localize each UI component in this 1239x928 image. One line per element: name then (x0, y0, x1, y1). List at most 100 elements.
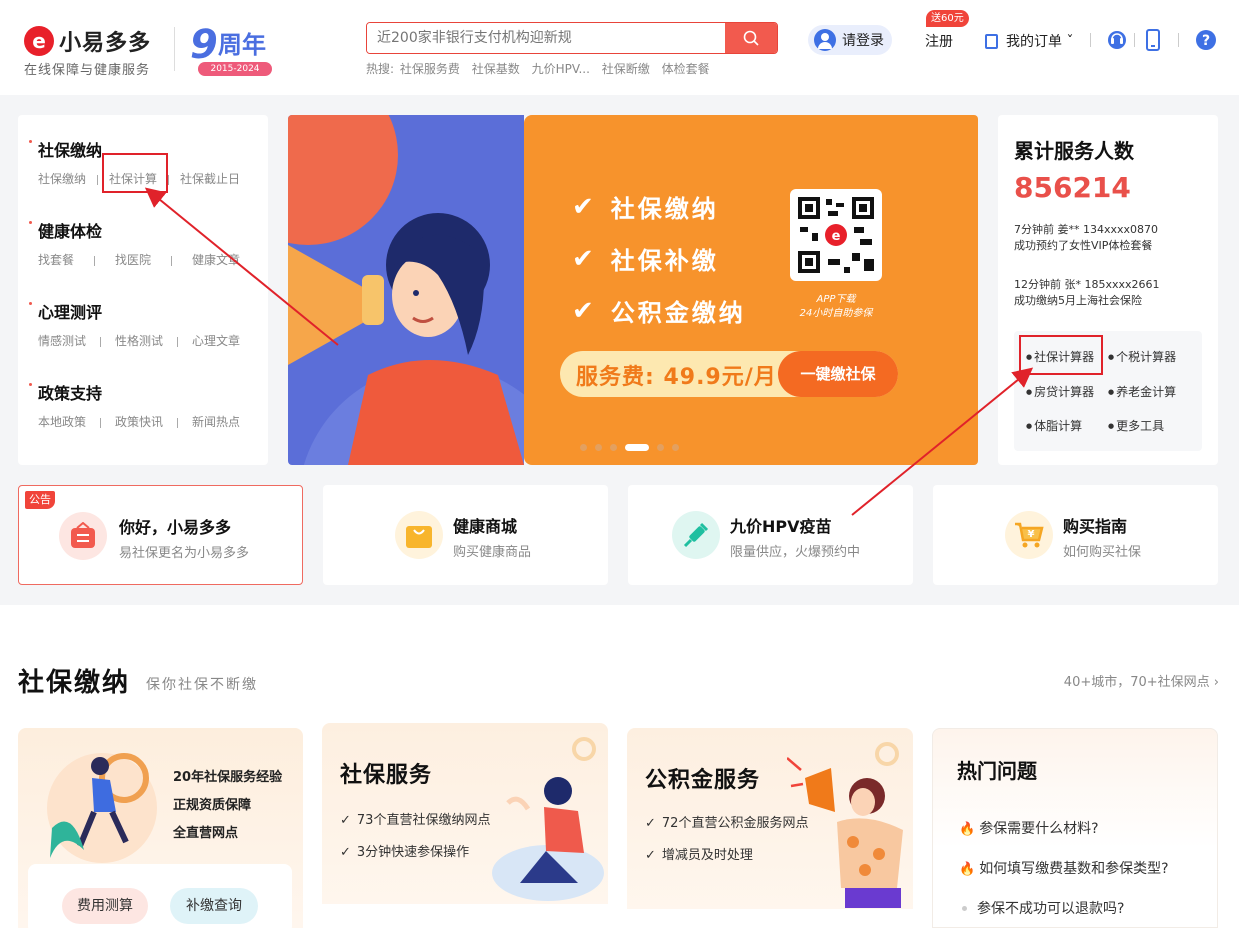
menu-link[interactable]: 本地政策 (38, 413, 86, 430)
activity-feed-item: 7分钟前 姜** 134xxxx0870 成功预约了女性VIP体检套餐 (1014, 222, 1214, 254)
panel-footer (322, 904, 608, 923)
hero-carousel[interactable]: ✔ 社保缴纳 ✔ 社保补缴 ✔ 公积金缴纳 e APP下载 24小时自助参保 服务费:… (288, 115, 978, 465)
activity-feed-item: 12分钟前 张* 185xxxx2661 成功缴纳5月上海社会保险 (1014, 277, 1214, 309)
highlight-box-calc-link (102, 153, 168, 193)
service-stats-panel: 累计服务人数 856214 7分钟前 姜** 134xxxx0870 成功预约了… (998, 115, 1218, 465)
my-orders-menu[interactable]: 我的订单 ˇ (985, 31, 1073, 51)
mobile-app-icon[interactable] (1141, 28, 1165, 52)
panel-bullets: ✓ 72个直营公积金服务网点 ✓ 增减员及时处理 (645, 808, 808, 872)
carousel-dot[interactable] (610, 444, 617, 451)
banner-feature: ✔ 公积金缴纳 (572, 293, 746, 328)
faq-item[interactable]: 🔥 参保需要什么材料? (959, 818, 1099, 838)
card-subtitle: 限量供应，火爆预约中 (730, 545, 861, 560)
my-orders-label: 我的订单 ˇ (1006, 34, 1074, 50)
card-subtitle: 易社保更名为小易多多 (119, 546, 250, 561)
one-click-pay-button[interactable]: 一键缴社保 (778, 351, 898, 397)
banner-feature-text: 公积金缴纳 (610, 299, 746, 327)
tool-link-pension-calc[interactable]: 养老金计算 (1108, 383, 1176, 400)
hot-search-term[interactable]: 社保断缴 (602, 62, 650, 76)
menu-link[interactable]: 找医院 (115, 251, 151, 268)
menu-link[interactable]: 情感测试 (38, 332, 86, 349)
menu-link[interactable]: 社保缴纳 (38, 170, 86, 187)
notice-card[interactable]: 公告 你好，小易多多 易社保更名为小易多多 (18, 485, 303, 585)
hot-search-term[interactable]: 九价HPV... (532, 62, 590, 76)
section-more-link[interactable]: 40+城市，70+社保网点 › (1064, 671, 1219, 690)
hot-search-term[interactable]: 体检套餐 (662, 62, 710, 76)
experience-line: 全直营网点 (173, 826, 239, 841)
search-input[interactable] (367, 23, 727, 53)
banner-promo-panel: ✔ 社保缴纳 ✔ 社保补缴 ✔ 公积金缴纳 e APP下载 24小时自助参保 服务费:… (524, 115, 978, 465)
menu-group-title[interactable]: 心理测评 (28, 299, 240, 323)
shopping-bag-icon (395, 511, 443, 559)
experience-list: 20年社保服务经验 正规资质保障 全直营网点 (173, 764, 282, 848)
social-service-panel[interactable]: 社保服务 ✓ 73个直营社保缴纳网点 ✓ 3分钟快速参保操作 (322, 723, 608, 923)
panel-bullet-text: 3分钟快速参保操作 (356, 845, 470, 860)
tool-link-tax-calc[interactable]: 个税计算器 (1108, 348, 1176, 365)
carousel-dot[interactable] (580, 444, 587, 451)
banner-feature-text: 社保缴纳 (610, 195, 719, 223)
tool-link-bodyfat-calc[interactable]: 体脂计算 (1026, 417, 1082, 434)
buy-guide-card[interactable]: ¥ 购买指南 如何购买社保 (933, 485, 1218, 585)
fire-icon: 🔥 (959, 862, 976, 877)
checkmark-icon: ✓ (645, 816, 656, 831)
faq-item[interactable]: 🔥 如何填写缴费基数和参保类型? (959, 858, 1169, 878)
carousel-dot-active[interactable] (625, 444, 649, 451)
carousel-dot[interactable] (595, 444, 602, 451)
menu-link[interactable]: 健康文章 (192, 251, 240, 268)
help-icon[interactable]: ? (1194, 28, 1218, 52)
menu-link[interactable]: 社保截止日 (180, 170, 240, 187)
activity-line: 12分钟前 张* 185xxxx2661 (1014, 278, 1160, 291)
top-header: e 小易多多 在线保障与健康服务 9 周年 2015-2024 热搜: 社保服务… (0, 0, 1239, 95)
menu-link[interactable]: 新闻热点 (192, 413, 240, 430)
search-box (366, 22, 778, 54)
order-list-icon (985, 33, 998, 49)
panel-bullet: ✓ 73个直营社保缴纳网点 (340, 805, 490, 837)
health-mall-card[interactable]: 健康商城 购买健康商品 (323, 485, 608, 585)
bullet-dot-icon (962, 906, 967, 911)
brand-logo[interactable]: e 小易多多 在线保障与健康服务 (24, 25, 164, 78)
vaccine-syringe-icon (672, 511, 720, 559)
menu-link[interactable]: 找套餐 (38, 251, 74, 268)
carousel-indicators (580, 444, 687, 451)
tool-link-mortgage-calc[interactable]: 房贷计算器 (1026, 383, 1094, 400)
back-payment-query-button[interactable]: 补缴查询 (170, 888, 258, 924)
price-pill: 服务费: 49.9元/月 一键缴社保 (560, 351, 898, 397)
register-link[interactable]: 注册 (925, 31, 953, 51)
hpv-vaccine-card[interactable]: 九价HPV疫苗 限量供应，火爆预约中 (628, 485, 913, 585)
panel-bullet-text: 增减员及时处理 (661, 848, 753, 863)
logo-mark-icon: e (24, 26, 54, 56)
notice-tag: 公告 (25, 491, 55, 509)
card-title: 健康商城 (453, 517, 518, 536)
search-button[interactable] (725, 23, 777, 53)
hot-search-term[interactable]: 社保基数 (472, 62, 520, 76)
checkmark-icon: ✔ (572, 295, 597, 326)
tool-link-more-tools[interactable]: 更多工具 (1108, 417, 1164, 434)
experience-line: 正规资质保障 (173, 798, 252, 813)
anniversary-years: 2015-2024 (198, 62, 272, 76)
card-title: 九价HPV疫苗 (730, 517, 832, 536)
hot-search-term[interactable]: 社保服务费 (400, 62, 460, 76)
menu-link[interactable]: 政策快讯 (115, 413, 163, 430)
faq-item[interactable]: 参保不成功可以退款吗? (959, 898, 1124, 918)
banner-feature: ✔ 社保补缴 (572, 241, 719, 276)
login-button[interactable]: 请登录 (808, 25, 892, 55)
svg-text:¥: ¥ (1028, 529, 1035, 540)
carousel-dot[interactable] (657, 444, 664, 451)
activity-line: 7分钟前 姜** 134xxxx0870 (1014, 223, 1159, 236)
carousel-dot[interactable] (672, 444, 679, 451)
menu-group-links: 找套餐 找医院 健康文章 (38, 251, 240, 268)
section-title: 社保缴纳 (18, 668, 131, 698)
menu-link[interactable]: 心理文章 (192, 332, 240, 349)
checkmark-icon: ✓ (645, 848, 656, 863)
hot-search-label: 热搜: (366, 62, 395, 76)
brand-tagline: 在线保障与健康服务 (24, 63, 151, 78)
qr-caption-line: APP下载 (816, 294, 856, 305)
cost-estimate-button[interactable]: 费用测算 (62, 888, 148, 924)
checkmark-icon: ✔ (572, 243, 597, 274)
customer-service-icon[interactable] (1105, 28, 1129, 52)
faq-panel: 热门问题 🔥 参保需要什么材料? 🔥 如何填写缴费基数和参保类型? 参保不成功可以退… (932, 728, 1218, 928)
housing-fund-panel[interactable]: 公积金服务 ✓ 72个直营公积金服务网点 ✓ 增减员及时处理 (627, 728, 913, 928)
menu-group-title[interactable]: 健康体检 (28, 218, 240, 242)
menu-link[interactable]: 性格测试 (115, 332, 163, 349)
menu-group-title[interactable]: 政策支持 (28, 380, 240, 404)
